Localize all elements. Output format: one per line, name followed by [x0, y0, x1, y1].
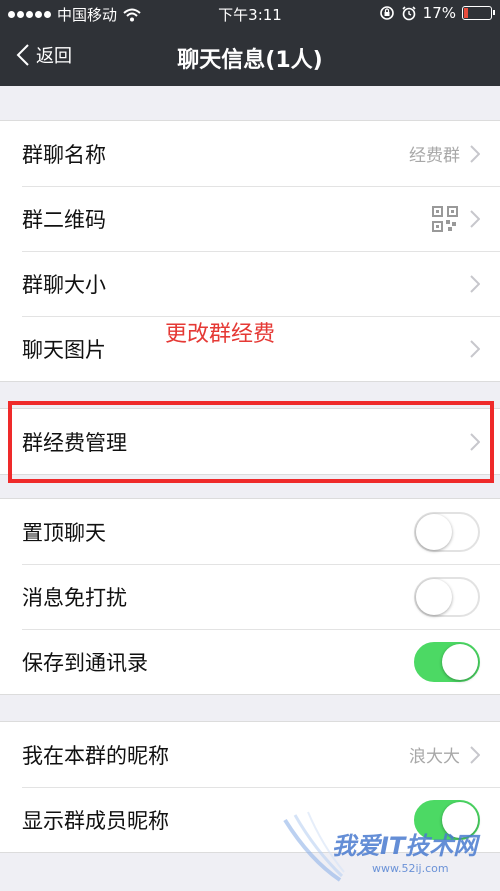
chevron-right-icon [470, 339, 480, 358]
row-label: 我在本群的昵称 [22, 743, 169, 768]
row-label: 群聊大小 [22, 272, 106, 297]
chevron-right-icon [470, 209, 480, 228]
chevron-right-icon [470, 745, 480, 764]
row-group-size[interactable]: 群聊大小 [0, 251, 500, 316]
save-to-contacts-toggle[interactable] [414, 641, 480, 682]
watermark-url: www.52ij.com [372, 862, 449, 875]
page-title: 聊天信息(1人) [177, 48, 323, 73]
status-right: 17% [379, 4, 495, 22]
pin-chat-toggle[interactable] [414, 511, 480, 552]
highlight-box [8, 401, 494, 483]
watermark-text: 我爱IT技术网 [332, 832, 478, 860]
battery-level [464, 8, 468, 18]
status-bar: 中国移动 下午3:11 17% [0, 0, 500, 28]
battery-icon [462, 6, 495, 20]
battery-percent: 17% [422, 4, 456, 22]
chevron-right-icon [470, 144, 480, 163]
row-mute-notifications: 消息免打扰 [0, 564, 500, 629]
row-label: 保存到通讯录 [22, 650, 148, 675]
annotation-text: 更改群经费 [165, 322, 276, 347]
group-chat-settings: 置顶聊天 消息免打扰 保存到通讯录 [0, 498, 500, 695]
row-label: 消息免打扰 [22, 585, 127, 610]
chevron-right-icon [470, 274, 480, 293]
navigation-bar: 返回 聊天信息(1人) [0, 28, 500, 86]
row-my-nickname[interactable]: 我在本群的昵称 浪大大 [0, 722, 500, 787]
row-label: 置顶聊天 [22, 520, 106, 545]
row-group-qrcode[interactable]: 群二维码 [0, 186, 500, 251]
row-value: 浪大大 [409, 747, 460, 767]
mute-notifications-toggle[interactable] [414, 576, 480, 617]
watermark: 我爱IT技术网 www.52ij.com [280, 810, 495, 886]
row-label: 群聊名称 [22, 142, 106, 167]
alarm-icon [402, 6, 416, 21]
row-label: 群二维码 [22, 207, 106, 232]
rotation-lock-icon [379, 6, 394, 20]
row-group-name[interactable]: 群聊名称 经费群 [0, 121, 500, 186]
qr-code-icon [432, 205, 458, 232]
row-save-to-contacts: 保存到通讯录 [0, 629, 500, 694]
row-pin-chat: 置顶聊天 [0, 499, 500, 564]
row-value: 经费群 [409, 146, 460, 166]
